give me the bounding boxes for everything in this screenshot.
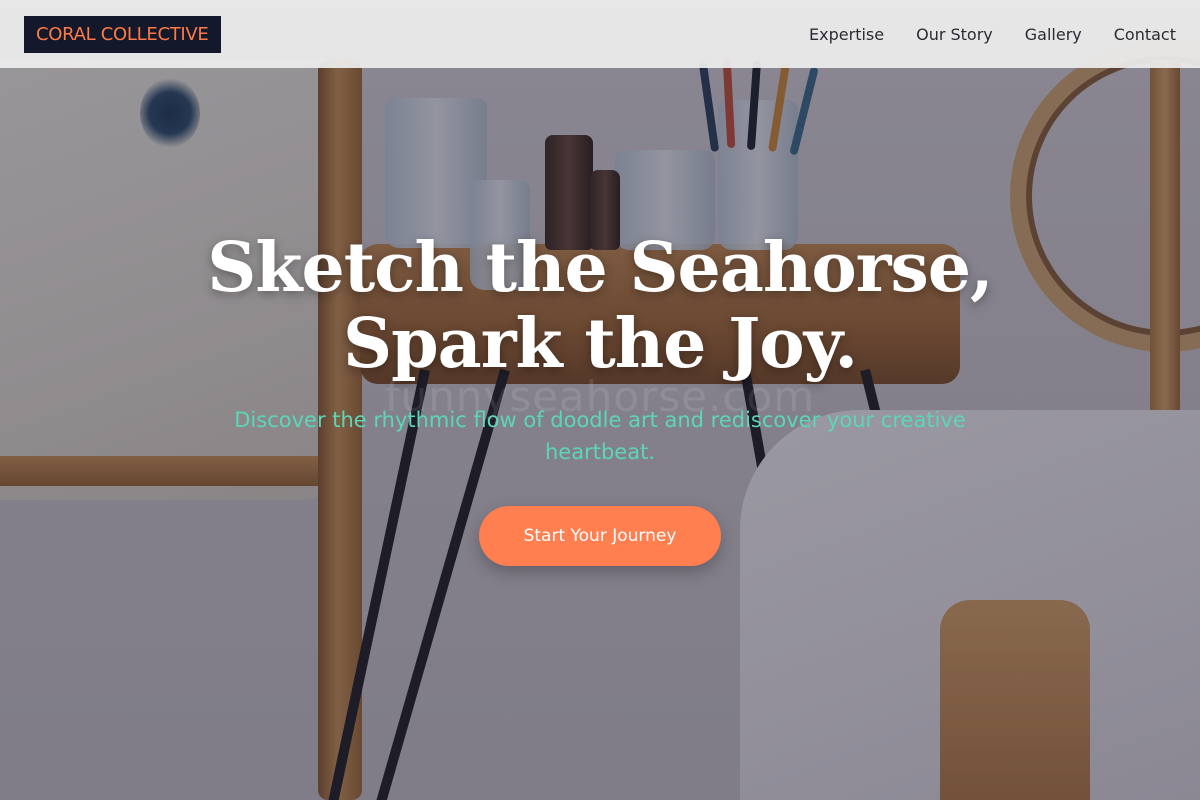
hero-section: Sketch the Seahorse, Spark the Joy. Disc… bbox=[0, 230, 1200, 468]
start-journey-button[interactable]: Start Your Journey bbox=[479, 506, 721, 566]
hero-headline-line-1: Sketch the Seahorse, bbox=[207, 228, 993, 308]
hero-headline: Sketch the Seahorse, Spark the Joy. bbox=[150, 230, 1050, 382]
nav-link-our-story[interactable]: Our Story bbox=[916, 25, 993, 44]
brand-logo[interactable]: CORAL COLLECTIVE bbox=[24, 15, 221, 53]
nav-link-expertise[interactable]: Expertise bbox=[809, 25, 884, 44]
page: funnyseahorse.com CORAL COLLECTIVE Exper… bbox=[0, 0, 1200, 800]
nav-link-contact[interactable]: Contact bbox=[1114, 25, 1176, 44]
hero-subheadline: Discover the rhythmic flow of doodle art… bbox=[234, 408, 966, 464]
site-header: CORAL COLLECTIVE Expertise Our Story Gal… bbox=[0, 0, 1200, 68]
nav-link-gallery[interactable]: Gallery bbox=[1025, 25, 1082, 44]
hero-headline-line-2: Spark the Joy. bbox=[342, 304, 858, 384]
main-nav: Expertise Our Story Gallery Contact bbox=[809, 25, 1176, 44]
